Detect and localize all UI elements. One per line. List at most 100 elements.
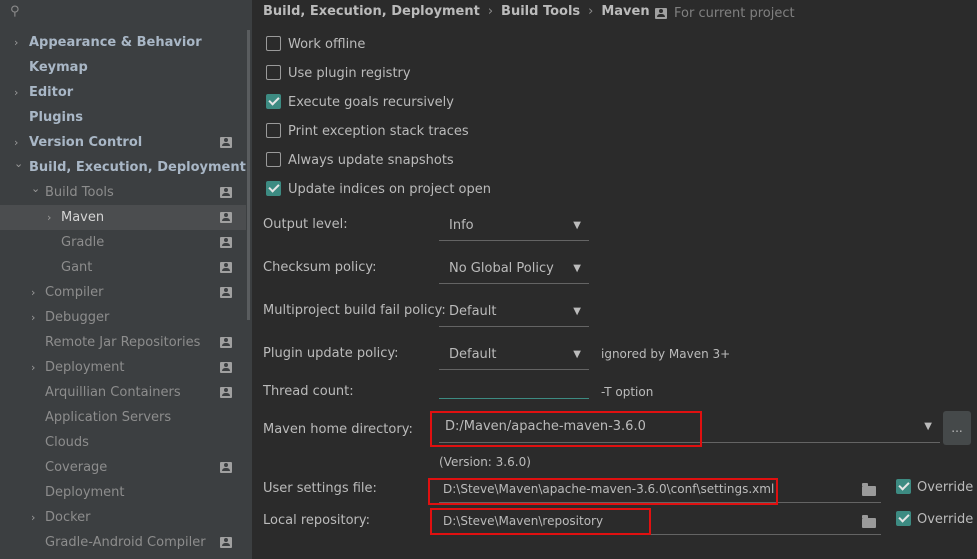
sidebar-item-label: Keymap — [29, 60, 88, 75]
user-settings-field[interactable]: D:\Steve\Maven\apache-maven-3.6.0\conf\s… — [439, 475, 881, 503]
maven-home-dropdown[interactable]: D:/Maven/apache-maven-3.6.0 ▼ — [439, 411, 940, 443]
chevron-right-icon[interactable]: › — [31, 355, 35, 380]
sidebar-item-application-servers[interactable]: Application Servers — [0, 405, 246, 430]
sidebar-item-maven[interactable]: › Maven — [0, 205, 246, 230]
checkbox-unchecked-icon — [266, 65, 281, 80]
breadcrumb-separator: › — [487, 4, 494, 19]
maven-home-browse-button[interactable]: ... — [943, 411, 971, 445]
checkbox-checked-icon — [266, 181, 281, 196]
chevron-right-icon[interactable]: › — [14, 80, 18, 105]
sidebar-item-label: Build, Execution, Deployment — [29, 160, 246, 175]
checksum-policy-dropdown[interactable]: No Global Policy ▼ — [439, 254, 589, 284]
sidebar-item-label: Compiler — [45, 285, 104, 300]
project-scope-icon — [220, 137, 232, 148]
sidebar-item-debugger[interactable]: › Debugger — [0, 305, 246, 330]
chevron-down-icon: ▼ — [573, 349, 581, 360]
folder-icon[interactable] — [862, 515, 876, 528]
sidebar-item-remote-jar-repositories[interactable]: Remote Jar Repositories — [0, 330, 246, 355]
sidebar-item-arquillian-containers[interactable]: Arquillian Containers — [0, 380, 246, 405]
option-use-plugin-registry-checkbox[interactable]: Use plugin registry — [266, 64, 411, 84]
chevron-right-icon[interactable]: › — [47, 205, 51, 230]
breadcrumb-item[interactable]: Build Tools — [501, 4, 580, 19]
user-settings-value: D:\Steve\Maven\apache-maven-3.6.0\conf\s… — [443, 482, 775, 496]
local-repository-label: Local repository: — [263, 513, 370, 528]
sidebar-item-label: Gradle-Android Compiler — [45, 535, 206, 550]
chevron-down-icon[interactable]: ⌄ — [14, 151, 23, 176]
chevron-down-icon: ▼ — [573, 263, 581, 274]
breadcrumb-item[interactable]: Build, Execution, Deployment — [263, 4, 480, 19]
breadcrumb-separator: › — [588, 4, 594, 19]
option-always-update-snapshots-checkbox[interactable]: Always update snapshots — [266, 151, 454, 171]
sidebar-item-label: Debugger — [45, 310, 110, 325]
output-level-dropdown[interactable]: Info ▼ — [439, 211, 589, 241]
project-scope-icon — [220, 462, 232, 473]
sidebar-item-deployment[interactable]: Deployment — [0, 480, 246, 505]
checkbox-unchecked-icon — [266, 123, 281, 138]
search-icon: ⚲ — [10, 4, 20, 19]
option-label: Execute goals recursively — [288, 95, 454, 110]
plugin-update-policy-dropdown[interactable]: Default ▼ — [439, 340, 589, 370]
chevron-right-icon[interactable]: › — [31, 505, 35, 530]
sidebar-item-label: Docker — [45, 510, 91, 525]
chevron-down-icon: ▼ — [573, 220, 581, 231]
maven-version-text: (Version: 3.6.0) — [439, 455, 531, 469]
sidebar-item-version-control[interactable]: › Version Control — [0, 130, 246, 155]
sidebar-item-label: Appearance & Behavior — [29, 35, 202, 50]
sidebar-item-keymap[interactable]: Keymap — [0, 55, 246, 80]
sidebar-item-compiler[interactable]: › Compiler — [0, 280, 246, 305]
sidebar-item-gant[interactable]: Gant — [0, 255, 246, 280]
sidebar-item-coverage[interactable]: Coverage — [0, 455, 246, 480]
option-execute-goals-recursively-checkbox[interactable]: Execute goals recursively — [266, 93, 454, 113]
sidebar-item-plugins[interactable]: Plugins — [0, 105, 246, 130]
user-settings-override-checkbox[interactable]: Override — [896, 478, 973, 498]
option-update-indices-on-project-open-checkbox[interactable]: Update indices on project open — [266, 180, 491, 200]
option-work-offline-checkbox[interactable]: Work offline — [266, 35, 365, 55]
checkbox-checked-icon — [896, 511, 911, 526]
plugin-update-policy-value: Default — [449, 347, 497, 362]
project-scope-icon — [220, 262, 232, 273]
thread-count-label: Thread count: — [263, 384, 354, 399]
settings-search[interactable]: ⚲ — [0, 0, 248, 26]
checkbox-checked-icon — [266, 94, 281, 109]
option-print-exception-stack-traces-checkbox[interactable]: Print exception stack traces — [266, 122, 469, 142]
sidebar-scrollbar[interactable] — [247, 30, 250, 320]
option-label: Always update snapshots — [288, 153, 454, 168]
project-scope-icon — [220, 212, 232, 223]
sidebar-item-editor[interactable]: › Editor — [0, 80, 246, 105]
multiproject-policy-label: Multiproject build fail policy: — [263, 303, 446, 318]
chevron-right-icon[interactable]: › — [31, 305, 35, 330]
local-repository-override-checkbox[interactable]: Override — [896, 510, 973, 530]
folder-icon[interactable] — [862, 483, 876, 496]
local-repository-field[interactable]: D:\Steve\Maven\repository — [439, 507, 881, 535]
sidebar-item-gradle-android-compiler[interactable]: Gradle-Android Compiler — [0, 530, 246, 555]
breadcrumb: Build, Execution, Deployment › Build Tools… — [263, 3, 650, 21]
sidebar-item-label: Gradle — [61, 235, 105, 250]
chevron-right-icon[interactable]: › — [31, 280, 35, 305]
local-repository-value: D:\Steve\Maven\repository — [443, 514, 604, 528]
sidebar-item-appearance-behavior[interactable]: › Appearance & Behavior — [0, 30, 246, 55]
project-scope-icon — [220, 287, 232, 298]
chevron-right-icon[interactable]: › — [14, 30, 18, 55]
option-label: Work offline — [288, 37, 366, 52]
checksum-policy-label: Checksum policy: — [263, 260, 377, 275]
multiproject-policy-dropdown[interactable]: Default ▼ — [439, 297, 589, 327]
project-scope-label: For current project — [674, 6, 795, 21]
project-scope-icon — [220, 237, 232, 248]
project-scope-icon — [655, 8, 667, 19]
sidebar-item-docker[interactable]: › Docker — [0, 505, 246, 530]
project-scope-icon — [220, 187, 232, 198]
multiproject-policy-value: Default — [449, 304, 497, 319]
chevron-down-icon[interactable]: ⌄ — [31, 176, 40, 201]
breadcrumb-item: Maven — [601, 4, 650, 19]
sidebar-item-build-tools[interactable]: ⌄ Build Tools — [0, 180, 246, 205]
option-label: Use plugin registry — [288, 66, 411, 81]
sidebar-item-label: Deployment — [45, 485, 125, 500]
sidebar-item-clouds[interactable]: Clouds — [0, 430, 246, 455]
thread-count-hint: -T option — [601, 385, 654, 399]
thread-count-input[interactable] — [439, 369, 589, 399]
sidebar-item-deployment[interactable]: › Deployment — [0, 355, 246, 380]
sidebar-item-gradle[interactable]: Gradle — [0, 230, 246, 255]
sidebar-item-label: Coverage — [45, 460, 108, 475]
plugin-update-policy-label: Plugin update policy: — [263, 346, 399, 361]
sidebar-item-label: Build Tools — [45, 185, 114, 200]
